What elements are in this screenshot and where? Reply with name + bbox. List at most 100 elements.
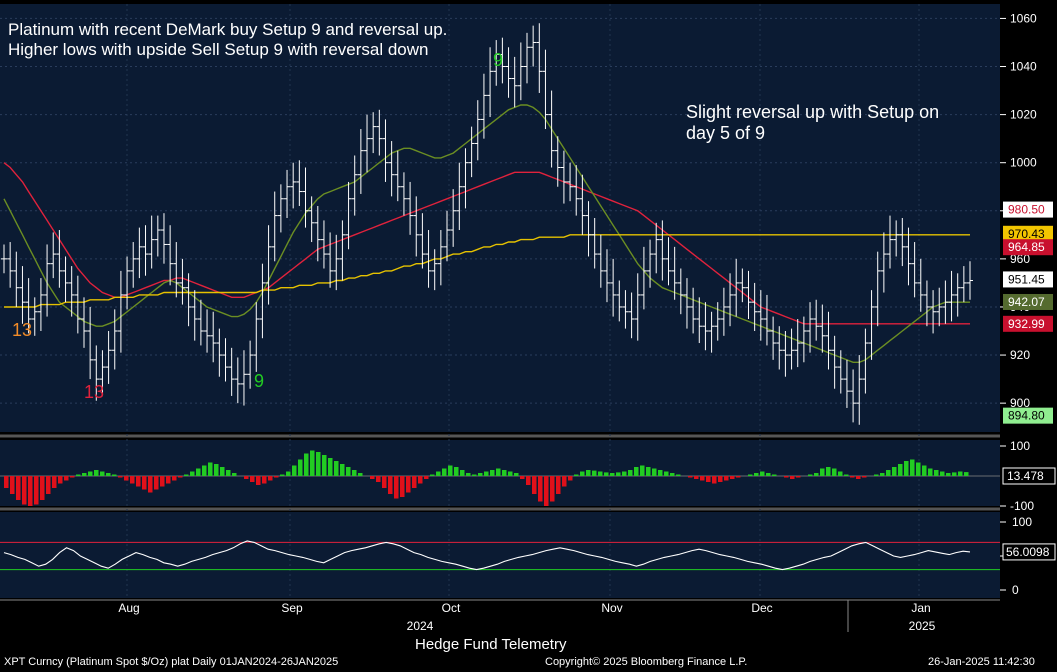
histogram-bar <box>118 476 123 478</box>
histogram-bar <box>124 476 129 481</box>
histogram-bar <box>616 472 621 476</box>
histogram-bar <box>646 467 651 476</box>
histogram-bar <box>442 468 447 476</box>
histogram-bar <box>712 476 717 484</box>
histogram-bar <box>172 476 177 481</box>
oscillator-tick-label: 0 <box>1012 583 1019 597</box>
annotation-right: Slight reversal up with Setup on day 5 o… <box>686 102 940 143</box>
histogram-bar <box>220 467 225 476</box>
oscillator-value-label: 56.0098 <box>1006 545 1050 559</box>
histogram-bar <box>772 474 777 476</box>
histogram-bar <box>574 474 579 476</box>
histogram-bar <box>760 471 765 476</box>
histogram-bar <box>916 462 921 476</box>
histogram-bar <box>388 476 393 494</box>
histogram-bar <box>376 476 381 482</box>
histogram-bar <box>952 472 957 476</box>
histogram-bar <box>688 476 693 478</box>
price-tag-label: 942.07 <box>1008 295 1045 309</box>
histogram-bar <box>538 476 543 502</box>
histogram-bar <box>142 476 147 490</box>
price-tick-label: 920 <box>1010 348 1030 362</box>
histogram-bar <box>508 471 513 476</box>
histogram-bar <box>532 476 537 494</box>
histogram-bar <box>226 470 231 476</box>
histogram-bar <box>382 476 387 488</box>
histogram-bar <box>466 473 471 476</box>
histogram-bar <box>526 476 531 485</box>
footer-right: 26-Jan-2025 11:42:30 <box>928 656 1035 668</box>
histogram-bar <box>946 473 951 476</box>
x-month-label: Aug <box>118 601 139 615</box>
x-month-label: Nov <box>601 601 622 615</box>
histogram-bar <box>52 476 57 488</box>
histogram-bar <box>628 470 633 476</box>
histogram-bar <box>658 470 663 476</box>
setup-count-label: 9 <box>493 50 503 70</box>
histogram-bar <box>430 474 435 476</box>
histogram-bar <box>46 476 51 494</box>
histogram-bar <box>490 470 495 476</box>
histogram-bar <box>268 476 273 481</box>
histogram-bar <box>208 462 213 476</box>
histogram-bar <box>316 452 321 476</box>
footer-left: XPT Curncy (Platinum Spot $/Oz) plat Dai… <box>4 656 339 668</box>
histogram-bar <box>436 471 441 476</box>
histogram-bar <box>40 476 45 500</box>
histogram-bar <box>790 476 795 479</box>
histogram-bar <box>214 464 219 476</box>
histogram-bar <box>88 471 93 476</box>
histogram-bar <box>592 470 597 476</box>
setup-count-label: 13 <box>84 382 104 402</box>
setup-count-label: 9 <box>254 371 264 391</box>
histogram-bar <box>586 470 591 476</box>
histogram-bar <box>16 476 21 500</box>
histogram-bar <box>958 471 963 476</box>
histogram-bar <box>832 468 837 476</box>
x-month-label: Oct <box>442 601 461 615</box>
histogram-bar <box>334 461 339 476</box>
histogram-bar <box>304 453 309 476</box>
histogram-bar <box>856 476 861 479</box>
footer-center: Copyright© 2025 Bloomberg Finance L.P. <box>545 656 748 668</box>
histogram-bar <box>826 467 831 476</box>
histogram-bar <box>352 470 357 476</box>
footer-title: Hedge Fund Telemetry <box>415 636 567 653</box>
histogram-bar <box>76 474 81 476</box>
histogram-bar <box>604 472 609 476</box>
histogram-bar <box>328 458 333 476</box>
histogram-bar <box>10 476 15 494</box>
histogram-bar <box>514 473 519 476</box>
histogram-bar <box>730 476 735 479</box>
histogram-tick-label: 100 <box>1010 439 1030 453</box>
histogram-bar <box>610 473 615 476</box>
histogram-bar <box>190 471 195 476</box>
histogram-bar <box>424 476 429 479</box>
price-tag-label: 970.43 <box>1008 227 1045 241</box>
price-tick-label: 1040 <box>1010 60 1037 74</box>
histogram-bar <box>166 476 171 484</box>
histogram-bar <box>106 473 111 476</box>
histogram-bar <box>280 474 285 476</box>
histogram-bar <box>754 473 759 476</box>
oscillator-tick-label: 100 <box>1012 515 1032 529</box>
histogram-bar <box>244 476 249 479</box>
price-tick-label: 1020 <box>1010 108 1037 122</box>
histogram-bar <box>496 468 501 476</box>
histogram-bar <box>148 476 153 493</box>
histogram-bar <box>100 471 105 476</box>
histogram-bar <box>634 467 639 476</box>
histogram-bar <box>286 471 291 476</box>
histogram-bar <box>766 473 771 476</box>
histogram-bar <box>796 476 801 478</box>
setup-count-label: 13 <box>12 320 32 340</box>
price-tick-label: 1000 <box>1010 156 1037 170</box>
histogram-bar <box>64 476 69 481</box>
x-year-label: 2025 <box>909 619 936 633</box>
histogram-bar <box>202 465 207 476</box>
chart-stage: 9009209409609801000102010401060980.50970… <box>0 0 1057 672</box>
price-tag-label: 980.50 <box>1008 203 1045 217</box>
histogram-bar <box>910 459 915 476</box>
histogram-bar <box>820 468 825 476</box>
histogram-bar <box>844 474 849 476</box>
